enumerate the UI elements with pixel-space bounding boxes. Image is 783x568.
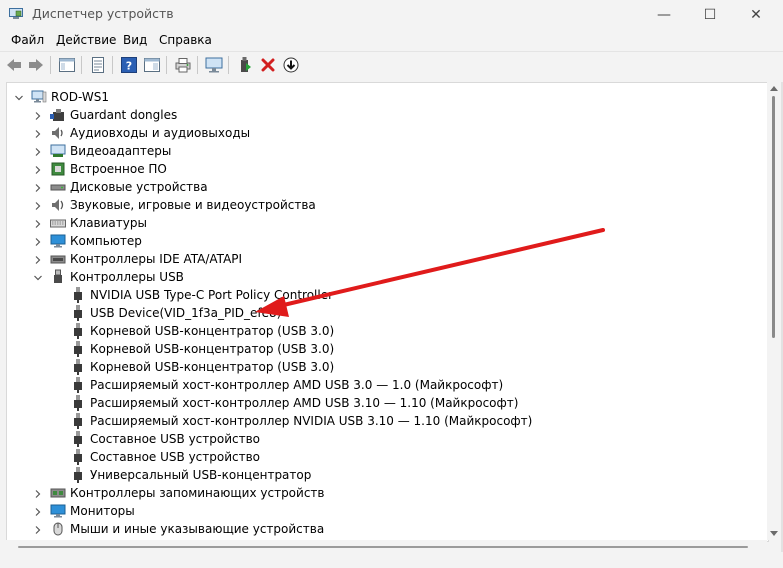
console-tree-icon bbox=[59, 58, 75, 72]
scroll-up-arrow-icon[interactable] bbox=[770, 86, 778, 91]
toolbar: ? bbox=[0, 51, 783, 78]
device-manager-window: Диспетчер устройств — ☐ ✕ Файл Действие … bbox=[0, 0, 783, 568]
minimize-button[interactable]: — bbox=[641, 0, 687, 29]
view-button[interactable] bbox=[142, 55, 162, 75]
monitor-scan-icon bbox=[205, 57, 223, 73]
menu-help[interactable]: Справка bbox=[159, 33, 212, 47]
forward-arrow-icon bbox=[29, 59, 43, 71]
close-button[interactable]: ✕ bbox=[733, 0, 779, 29]
title-bar: Диспетчер устройств — ☐ ✕ bbox=[0, 0, 783, 29]
print-button[interactable] bbox=[173, 55, 193, 75]
maximize-button[interactable]: ☐ bbox=[687, 0, 733, 29]
maximize-icon: ☐ bbox=[703, 6, 717, 23]
back-button[interactable] bbox=[4, 55, 24, 75]
help-button[interactable]: ? bbox=[119, 55, 139, 75]
device-manager-app-icon bbox=[9, 8, 23, 19]
vertical-scroll-thumb[interactable] bbox=[772, 96, 775, 338]
properties-icon bbox=[92, 57, 104, 73]
horizontal-scroll-thumb[interactable] bbox=[18, 546, 748, 548]
annotation-arrow bbox=[255, 228, 605, 317]
close-icon: ✕ bbox=[750, 6, 762, 23]
update-driver-icon bbox=[241, 57, 251, 72]
forward-button[interactable] bbox=[26, 55, 46, 75]
status-bar bbox=[0, 554, 783, 568]
menu-bar: Файл Действие Вид Справка bbox=[0, 29, 783, 51]
view-pane-icon bbox=[144, 58, 160, 72]
window-title: Диспетчер устройств bbox=[32, 6, 174, 21]
menu-file[interactable]: Файл bbox=[11, 33, 44, 47]
vertical-scrollbar[interactable] bbox=[767, 82, 781, 540]
horizontal-scrollbar[interactable] bbox=[6, 540, 767, 554]
down-arrow-circle-icon bbox=[283, 57, 299, 73]
menu-action[interactable]: Действие bbox=[56, 33, 116, 47]
device-tree: ROD-WS1 Guardant dongles Аудиовходы и ау… bbox=[6, 82, 769, 542]
disable-device-button[interactable] bbox=[281, 55, 301, 75]
properties-button[interactable] bbox=[88, 55, 108, 75]
scan-hardware-button[interactable] bbox=[204, 55, 224, 75]
update-driver-button[interactable] bbox=[235, 55, 255, 75]
scroll-down-arrow-icon[interactable] bbox=[770, 531, 778, 536]
delete-x-icon bbox=[261, 58, 275, 72]
uninstall-device-button[interactable] bbox=[258, 55, 278, 75]
show-hide-tree-button[interactable] bbox=[57, 55, 77, 75]
svg-text:?: ? bbox=[126, 60, 132, 73]
help-icon: ? bbox=[121, 57, 137, 73]
menu-view[interactable]: Вид bbox=[123, 33, 147, 47]
print-icon bbox=[175, 58, 191, 73]
minimize-icon: — bbox=[657, 6, 671, 23]
back-arrow-icon bbox=[7, 59, 21, 71]
